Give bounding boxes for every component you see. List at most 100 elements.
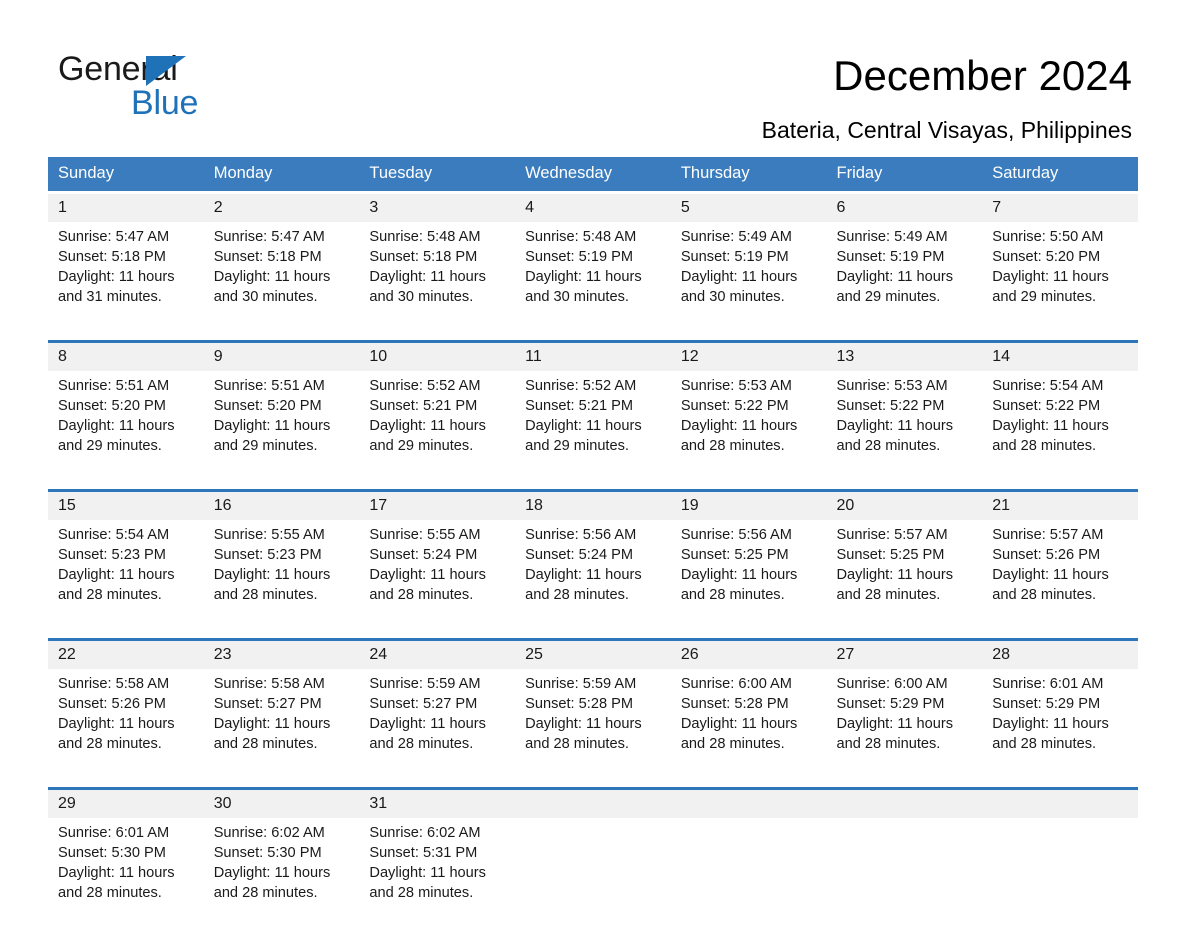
day-cell[interactable]: Sunrise: 5:57 AM Sunset: 5:25 PM Dayligh…: [826, 520, 983, 638]
day-number[interactable]: 24: [359, 641, 516, 669]
sunrise-text: Sunrise: 6:00 AM: [836, 676, 948, 692]
day-number[interactable]: 27: [826, 641, 983, 669]
day-cell[interactable]: Sunrise: 5:54 AM Sunset: 5:23 PM Dayligh…: [48, 520, 204, 638]
day-number[interactable]: 5: [670, 194, 827, 222]
daylight-text: Daylight: 11 hours and 28 minutes.: [525, 715, 642, 752]
day-number[interactable]: 20: [826, 492, 983, 520]
day-number[interactable]: 29: [48, 790, 204, 818]
day-number-empty: [826, 790, 983, 818]
day-cell[interactable]: Sunrise: 5:58 AM Sunset: 5:27 PM Dayligh…: [203, 669, 360, 787]
sunrise-text: Sunrise: 5:54 AM: [992, 378, 1104, 394]
day-number[interactable]: 9: [203, 343, 360, 371]
day-number[interactable]: 16: [203, 492, 360, 520]
day-cell[interactable]: Sunrise: 5:57 AM Sunset: 5:26 PM Dayligh…: [982, 520, 1138, 638]
day-number[interactable]: 17: [359, 492, 516, 520]
sunrise-text: Sunrise: 6:02 AM: [369, 825, 481, 841]
day-cell[interactable]: Sunrise: 6:02 AM Sunset: 5:31 PM Dayligh…: [359, 818, 516, 936]
day-cell[interactable]: Sunrise: 5:51 AM Sunset: 5:20 PM Dayligh…: [203, 371, 360, 489]
page-header: General Blue December 2024 Bateria, Cent…: [0, 0, 1188, 150]
week-row-daynumbers: 22 23 24 25 26 27 28: [48, 641, 1138, 669]
day-number[interactable]: 18: [515, 492, 671, 520]
day-number[interactable]: 25: [515, 641, 671, 669]
sunset-text: Sunset: 5:18 PM: [58, 248, 166, 265]
sunrise-text: Sunrise: 5:54 AM: [58, 527, 170, 543]
day-number[interactable]: 15: [48, 492, 204, 520]
daylight-text: Daylight: 11 hours and 28 minutes.: [836, 715, 954, 752]
day-number[interactable]: 21: [982, 492, 1138, 520]
week-row-daynumbers: 29 30 31: [48, 790, 1138, 818]
day-number[interactable]: 6: [826, 194, 983, 222]
day-cell[interactable]: Sunrise: 6:00 AM Sunset: 5:29 PM Dayligh…: [826, 669, 983, 787]
day-number[interactable]: 2: [203, 194, 360, 222]
day-cell[interactable]: Sunrise: 5:47 AM Sunset: 5:18 PM Dayligh…: [203, 222, 360, 340]
day-number[interactable]: 1: [48, 194, 204, 222]
day-cell[interactable]: Sunrise: 5:56 AM Sunset: 5:24 PM Dayligh…: [515, 520, 671, 638]
day-number[interactable]: 14: [982, 343, 1138, 371]
day-cell[interactable]: Sunrise: 5:58 AM Sunset: 5:26 PM Dayligh…: [48, 669, 204, 787]
sunrise-text: Sunrise: 5:55 AM: [213, 527, 325, 543]
day-cell[interactable]: Sunrise: 5:51 AM Sunset: 5:20 PM Dayligh…: [48, 371, 204, 489]
day-number[interactable]: 3: [359, 194, 516, 222]
day-number[interactable]: 23: [203, 641, 360, 669]
day-number[interactable]: 31: [359, 790, 516, 818]
day-cell[interactable]: Sunrise: 6:01 AM Sunset: 5:30 PM Dayligh…: [48, 818, 204, 936]
day-number[interactable]: 13: [826, 343, 983, 371]
day-cell[interactable]: Sunrise: 5:55 AM Sunset: 5:23 PM Dayligh…: [203, 520, 360, 638]
day-cell[interactable]: Sunrise: 5:49 AM Sunset: 5:19 PM Dayligh…: [826, 222, 983, 340]
daylight-text: Daylight: 11 hours and 28 minutes.: [680, 566, 798, 603]
calendar-page: General Blue December 2024 Bateria, Cent…: [0, 0, 1188, 936]
day-cell[interactable]: Sunrise: 5:48 AM Sunset: 5:18 PM Dayligh…: [359, 222, 516, 340]
daylight-text: Daylight: 11 hours and 28 minutes.: [992, 715, 1109, 752]
sunrise-text: Sunrise: 5:55 AM: [369, 527, 481, 543]
day-number[interactable]: 28: [982, 641, 1138, 669]
day-cell[interactable]: Sunrise: 5:53 AM Sunset: 5:22 PM Dayligh…: [826, 371, 983, 489]
day-cell[interactable]: Sunrise: 5:55 AM Sunset: 5:24 PM Dayligh…: [359, 520, 516, 638]
sunset-text: Sunset: 5:28 PM: [680, 695, 789, 712]
weekday-header-tuesday: Tuesday: [359, 157, 516, 191]
day-cell[interactable]: Sunrise: 5:48 AM Sunset: 5:19 PM Dayligh…: [515, 222, 671, 340]
day-cell[interactable]: Sunrise: 5:54 AM Sunset: 5:22 PM Dayligh…: [982, 371, 1138, 489]
day-cell[interactable]: Sunrise: 5:49 AM Sunset: 5:19 PM Dayligh…: [670, 222, 827, 340]
day-cell[interactable]: Sunrise: 6:02 AM Sunset: 5:30 PM Dayligh…: [203, 818, 360, 936]
day-cell[interactable]: Sunrise: 6:01 AM Sunset: 5:29 PM Dayligh…: [982, 669, 1138, 787]
day-number[interactable]: 26: [670, 641, 827, 669]
sunrise-text: Sunrise: 5:51 AM: [58, 378, 170, 394]
sunrise-text: Sunrise: 5:49 AM: [836, 229, 948, 245]
weekday-header-thursday: Thursday: [670, 157, 827, 191]
day-cell[interactable]: Sunrise: 5:53 AM Sunset: 5:22 PM Dayligh…: [670, 371, 827, 489]
day-cell[interactable]: Sunrise: 5:52 AM Sunset: 5:21 PM Dayligh…: [359, 371, 516, 489]
day-number[interactable]: 12: [670, 343, 827, 371]
day-number[interactable]: 8: [48, 343, 204, 371]
day-cell[interactable]: Sunrise: 6:00 AM Sunset: 5:28 PM Dayligh…: [670, 669, 827, 787]
day-number[interactable]: 19: [670, 492, 827, 520]
day-cell-empty: [515, 818, 671, 936]
sunset-text: Sunset: 5:30 PM: [58, 844, 166, 861]
day-number[interactable]: 11: [515, 343, 671, 371]
day-cell[interactable]: Sunrise: 5:50 AM Sunset: 5:20 PM Dayligh…: [982, 222, 1138, 340]
calendar-body: 1 2 3 4 5 6 7 Sunrise: 5:47 AM Sunset: 5…: [48, 191, 1138, 936]
day-number[interactable]: 4: [515, 194, 671, 222]
day-number[interactable]: 30: [203, 790, 360, 818]
sunrise-text: Sunrise: 5:57 AM: [992, 527, 1104, 543]
sunrise-text: Sunrise: 5:47 AM: [58, 229, 170, 245]
daylight-text: Daylight: 11 hours and 29 minutes.: [836, 268, 954, 305]
sunset-text: Sunset: 5:26 PM: [992, 546, 1101, 563]
day-cell[interactable]: Sunrise: 5:59 AM Sunset: 5:27 PM Dayligh…: [359, 669, 516, 787]
sunrise-text: Sunrise: 6:01 AM: [58, 825, 170, 841]
day-cell[interactable]: Sunrise: 5:56 AM Sunset: 5:25 PM Dayligh…: [670, 520, 827, 638]
day-cell[interactable]: Sunrise: 5:47 AM Sunset: 5:18 PM Dayligh…: [48, 222, 204, 340]
sunset-text: Sunset: 5:20 PM: [213, 397, 322, 414]
day-number[interactable]: 7: [982, 194, 1138, 222]
sunrise-text: Sunrise: 5:50 AM: [992, 229, 1104, 245]
logo-triangle-icon: [146, 56, 186, 86]
generalblue-logo[interactable]: General Blue: [58, 50, 418, 130]
day-cell[interactable]: Sunrise: 5:59 AM Sunset: 5:28 PM Dayligh…: [515, 669, 671, 787]
day-number[interactable]: 22: [48, 641, 204, 669]
week-row-daynumbers: 1 2 3 4 5 6 7: [48, 194, 1138, 222]
day-number[interactable]: 10: [359, 343, 516, 371]
day-number-empty: [670, 790, 827, 818]
daylight-text: Daylight: 11 hours and 28 minutes.: [213, 566, 331, 603]
day-cell[interactable]: Sunrise: 5:52 AM Sunset: 5:21 PM Dayligh…: [515, 371, 671, 489]
sunset-text: Sunset: 5:19 PM: [525, 248, 634, 265]
calendar-header-row: Sunday Monday Tuesday Wednesday Thursday…: [48, 157, 1138, 191]
